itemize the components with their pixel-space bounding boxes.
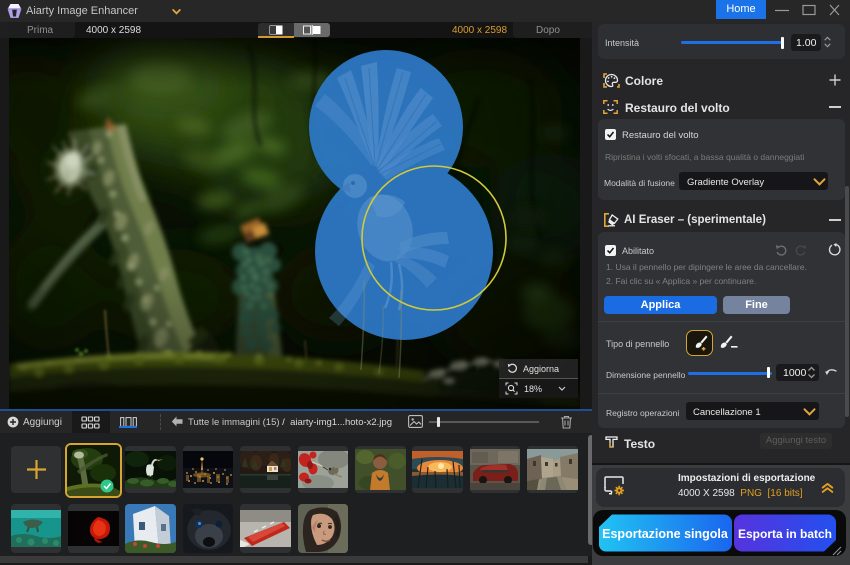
svg-text:Esporta in batch: Esporta in batch [738, 527, 832, 541]
svg-text:Esportazione singola: Esportazione singola [602, 527, 729, 541]
